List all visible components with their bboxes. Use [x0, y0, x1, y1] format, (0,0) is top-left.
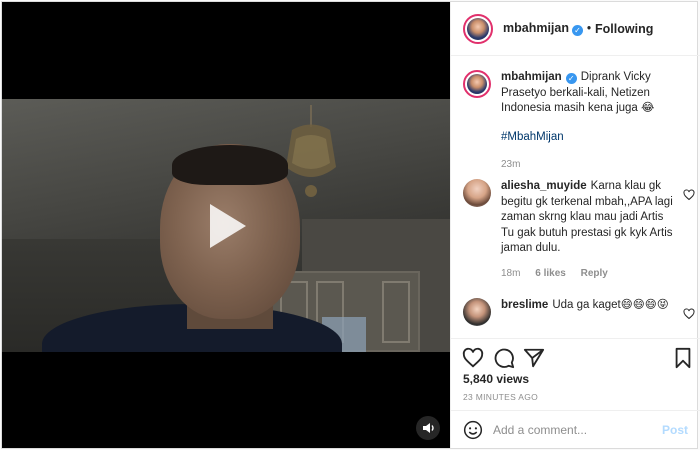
caption: mbahmijan ✓ Diprank Vicky Prasetyo berkali… — [463, 70, 693, 170]
smiley-icon[interactable] — [463, 420, 483, 440]
video-player[interactable] — [2, 2, 450, 448]
header-username[interactable]: mbahmijan ✓ — [503, 21, 583, 36]
instagram-post-modal: mbahmijan ✓ • Following mbahmijan ✓ Diprank… — [1, 1, 700, 449]
comment-text: Uda ga kaget😄😄😄😝 — [552, 299, 669, 311]
comment-bubble-icon[interactable] — [493, 347, 515, 369]
speaker-icon[interactable] — [416, 416, 440, 440]
caption-time[interactable]: 23m — [501, 159, 520, 170]
bookmark-icon[interactable] — [672, 347, 694, 369]
comment-item: aliesha_muyide Karna klau gk begitu gk te… — [463, 179, 695, 289]
avatar[interactable] — [463, 70, 491, 98]
hashtag-link[interactable]: #MbahMijan — [501, 131, 564, 143]
play-icon[interactable] — [198, 198, 254, 254]
reply-button[interactable]: Reply — [581, 268, 608, 279]
comments-list[interactable]: mbahmijan ✓ Diprank Vicky Prasetyo berkali… — [451, 56, 700, 338]
caption-username[interactable]: mbahmijan — [501, 71, 562, 83]
avatar[interactable] — [463, 298, 491, 326]
add-comment-bar: Post — [451, 410, 700, 448]
avatar[interactable] — [463, 13, 493, 44]
avatar[interactable] — [463, 179, 491, 207]
following-button[interactable]: Following — [595, 22, 653, 36]
post-header: mbahmijan ✓ • Following — [451, 2, 700, 56]
paper-plane-icon[interactable] — [523, 347, 545, 369]
heart-icon[interactable] — [683, 189, 695, 201]
post-side-panel: mbahmijan ✓ • Following mbahmijan ✓ Diprank… — [450, 2, 700, 448]
comment-time[interactable]: 18m — [501, 268, 520, 279]
verified-badge-icon: ✓ — [572, 25, 583, 36]
separator-dot: • — [587, 22, 592, 35]
comment-item: breslime Uda ga kaget😄😄😄😝 — [463, 298, 695, 338]
heart-icon[interactable] — [683, 308, 695, 320]
post-timestamp[interactable]: 23 MINUTES AGO — [463, 392, 538, 402]
action-bar: 5,840 views 23 MINUTES AGO — [451, 338, 700, 410]
comment-username[interactable]: aliesha_muyide — [501, 180, 587, 192]
verified-badge-icon: ✓ — [565, 73, 577, 84]
post-button[interactable]: Post — [662, 423, 688, 437]
comment-username[interactable]: breslime — [501, 299, 548, 311]
comment-input[interactable] — [493, 422, 662, 437]
comment-likes[interactable]: 6 likes — [535, 268, 566, 279]
heart-icon[interactable] — [462, 347, 484, 369]
view-count[interactable]: 5,840 views — [463, 372, 529, 386]
